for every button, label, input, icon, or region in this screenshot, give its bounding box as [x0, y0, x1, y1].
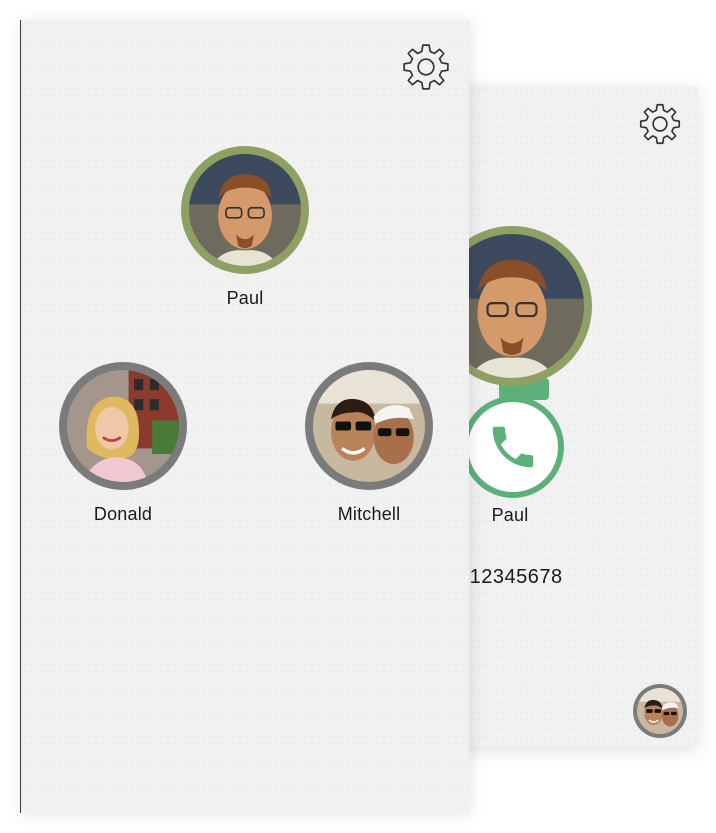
- contact-photo-paul: [189, 154, 301, 266]
- gear-icon[interactable]: [638, 102, 682, 146]
- contact-photo-mitchell: [313, 370, 425, 482]
- contact-photo-donald: [67, 370, 179, 482]
- mini-contact-avatar[interactable]: [633, 684, 687, 738]
- caller-name: Paul: [491, 505, 529, 525]
- contacts-screen: Paul Donald Mitchell: [20, 20, 469, 813]
- contact-avatar-donald[interactable]: [59, 362, 187, 490]
- call-button[interactable]: [462, 396, 564, 498]
- contact-name-donald: Donald: [93, 504, 153, 524]
- phone-icon: [492, 426, 534, 468]
- contact-name-mitchell: Mitchell: [337, 504, 401, 524]
- contact-name-paul: Paul: [226, 288, 264, 308]
- phone-number: 012345678: [458, 566, 563, 588]
- showcase-stage: Paul 012345678 Paul Donald Mitchell: [0, 0, 716, 833]
- contact-avatar-mitchell[interactable]: [305, 362, 433, 490]
- contact-avatar-paul[interactable]: [181, 146, 309, 274]
- gear-icon-graphic: [403, 44, 449, 90]
- mini-contact-photo: [637, 688, 683, 734]
- gear-icon[interactable]: [401, 42, 451, 92]
- gear-icon-graphic: [639, 103, 681, 145]
